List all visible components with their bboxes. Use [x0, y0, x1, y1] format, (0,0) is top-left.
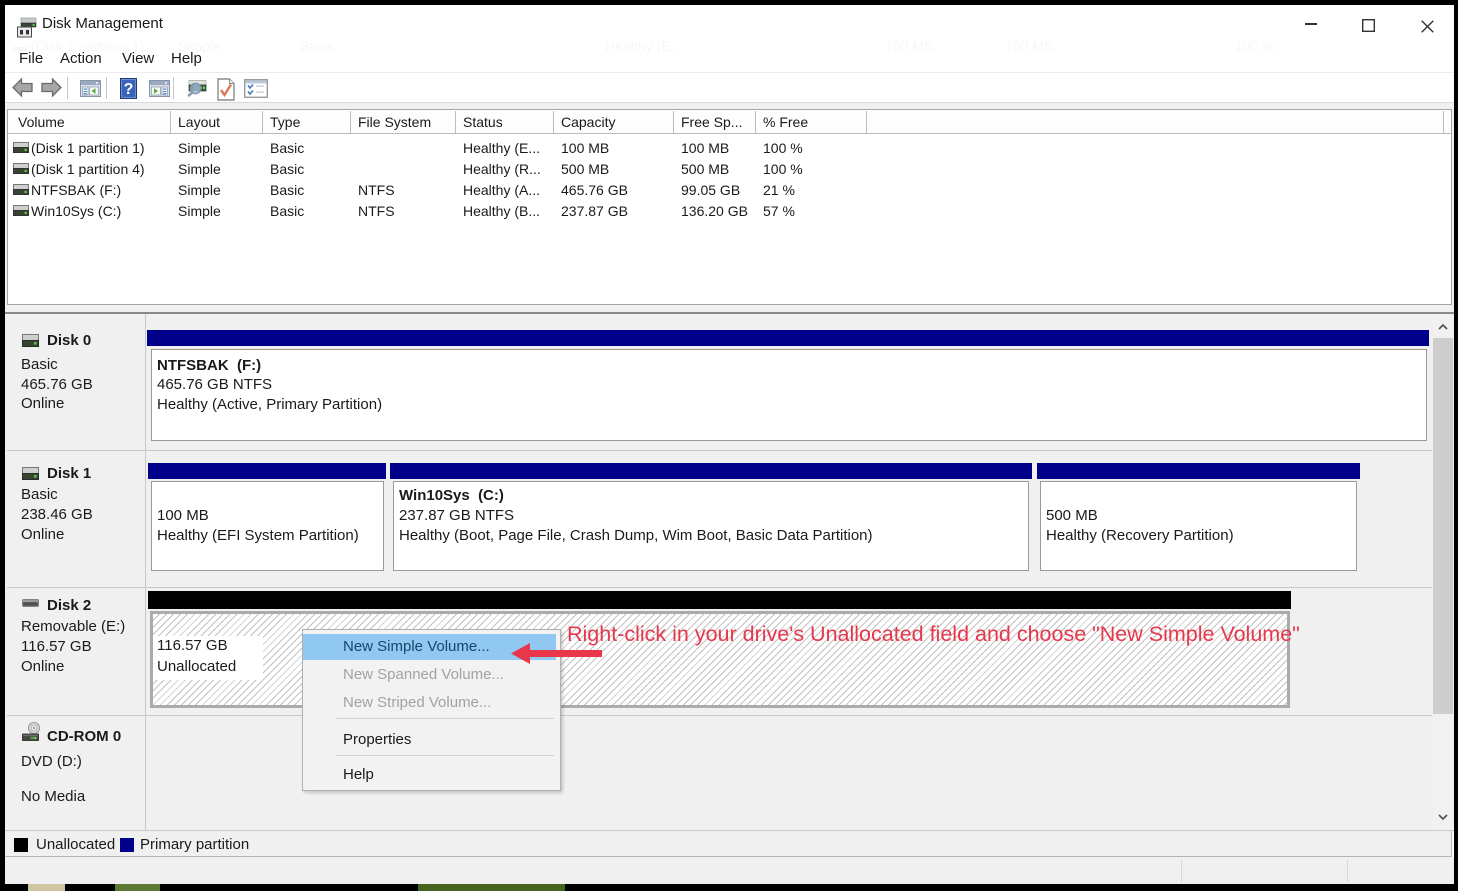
svg-text:?: ?: [124, 81, 134, 98]
